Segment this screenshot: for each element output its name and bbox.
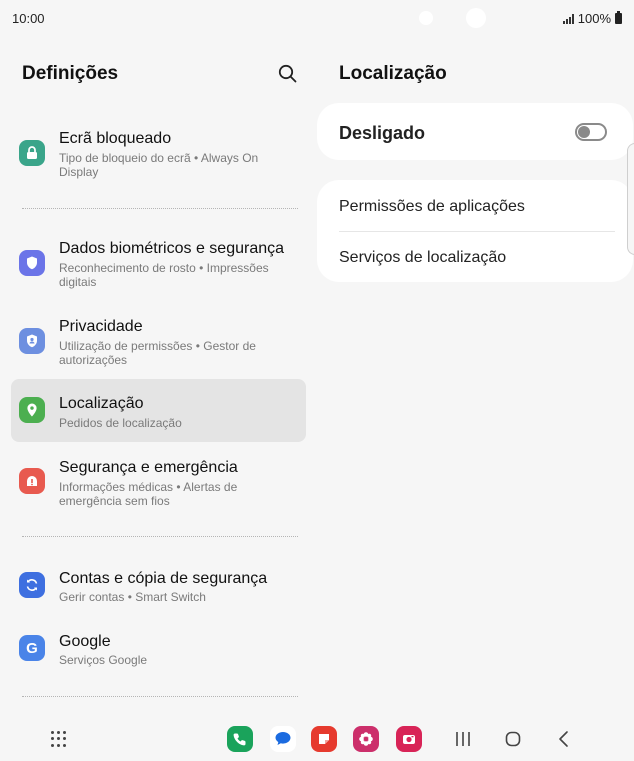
back-button[interactable]	[554, 730, 574, 748]
settings-item-location[interactable]: Localização Pedidos de localização	[11, 379, 306, 442]
location-toggle[interactable]	[575, 123, 607, 141]
app-permissions-row[interactable]: Permissões de aplicações	[339, 198, 525, 216]
settings-item-title: Ecrã bloqueado	[59, 130, 172, 147]
battery-level: 100%	[577, 11, 611, 26]
settings-item-privacy[interactable]: Privacidade Utilização de permissões • G…	[11, 308, 306, 378]
camera-cutout	[419, 11, 433, 25]
settings-item-subtitle: Pedidos de localização	[59, 416, 182, 430]
settings-item-safety-emergency[interactable]: Segurança e emergência Informações médic…	[11, 449, 306, 519]
settings-item-lock-screen[interactable]: Ecrã bloqueado Tipo de bloqueio do ecrã …	[11, 120, 306, 190]
shield-icon	[19, 250, 45, 276]
settings-item-title: Privacidade	[59, 318, 143, 335]
location-services-row[interactable]: Serviços de localização	[339, 249, 506, 267]
settings-item-subtitle: Utilização de permissões • Gestor de aut…	[59, 339, 256, 367]
emergency-icon	[19, 468, 45, 494]
settings-item-subtitle: Tipo de bloqueio do ecrã • Always On Dis…	[59, 151, 259, 179]
location-pin-icon	[19, 397, 45, 423]
detail-title: Localização	[339, 63, 447, 84]
search-icon	[278, 64, 297, 83]
back-arrow-icon	[559, 731, 568, 747]
battery-icon	[615, 11, 622, 24]
settings-item-title: Google	[59, 633, 111, 650]
gallery-app-icon[interactable]	[353, 726, 379, 752]
settings-item-subtitle: Informações médicas • Alertas de emergên…	[59, 480, 238, 508]
settings-item-subtitle: Reconhecimento de rosto • Impressões dig…	[59, 261, 269, 289]
status-indicators: 100%	[562, 11, 622, 26]
lock-icon	[19, 140, 45, 166]
sync-icon	[19, 572, 45, 598]
google-icon: G	[19, 635, 45, 661]
page-title: Definições	[22, 63, 119, 84]
home-icon	[505, 731, 521, 747]
camera-app-icon[interactable]	[396, 726, 422, 752]
settings-item-title: Segurança e emergência	[59, 459, 238, 476]
settings-item-biometrics[interactable]: Dados biométricos e segurança Reconhecim…	[11, 230, 306, 300]
location-options-card: Permissões de aplicações Serviços de loc…	[317, 180, 633, 282]
settings-item-title: Dados biométricos e segurança	[59, 240, 285, 257]
section-divider	[22, 208, 298, 209]
row-divider	[339, 231, 615, 232]
master-switch-label: Desligado	[339, 123, 426, 143]
toggle-knob	[578, 126, 590, 138]
status-bar: 10:00 100%	[0, 0, 634, 36]
settings-item-title: Localização	[59, 395, 144, 412]
settings-item-subtitle: Serviços Google	[59, 653, 148, 667]
panel-handle[interactable]	[627, 143, 634, 255]
section-divider	[22, 536, 298, 537]
recent-apps-button[interactable]	[453, 730, 473, 748]
app-drawer-button[interactable]	[51, 731, 67, 747]
privacy-shield-icon	[19, 328, 45, 354]
settings-item-accounts-backup[interactable]: Contas e cópia de segurança Gerir contas…	[11, 560, 306, 620]
camera-cutout	[466, 8, 486, 28]
section-divider	[22, 696, 298, 697]
notes-app-icon[interactable]	[311, 726, 337, 752]
settings-item-google[interactable]: G Google Serviços Google	[11, 623, 306, 683]
messages-app-icon[interactable]	[270, 726, 296, 752]
signal-icon	[562, 13, 574, 24]
home-button[interactable]	[503, 730, 523, 748]
phone-app-icon[interactable]	[227, 726, 253, 752]
status-time: 10:00	[12, 11, 45, 26]
search-button[interactable]	[277, 63, 299, 85]
recent-apps-icon	[456, 732, 470, 746]
settings-item-title: Contas e cópia de segurança	[59, 570, 268, 587]
settings-item-subtitle: Gerir contas • Smart Switch	[59, 590, 206, 604]
location-master-switch-card[interactable]: Desligado	[317, 103, 633, 160]
